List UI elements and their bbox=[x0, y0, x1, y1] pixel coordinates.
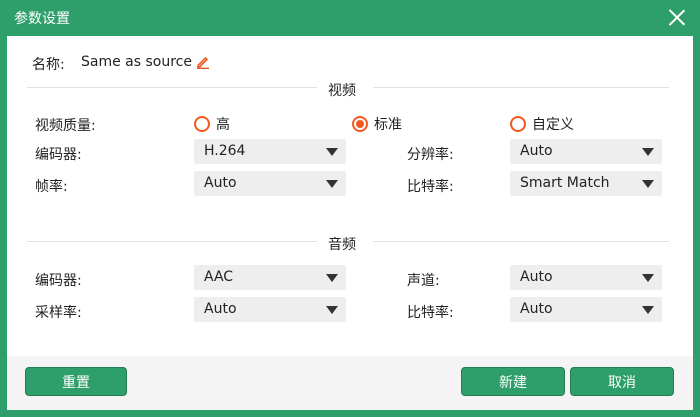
quality-radio-standard[interactable]: 标准 bbox=[352, 114, 402, 134]
quality-radio-high-label: 高 bbox=[216, 117, 230, 133]
audio-bitrate-label: 比特率: bbox=[407, 305, 454, 321]
chevron-down-icon bbox=[326, 274, 338, 282]
name-value: Same as source bbox=[81, 54, 192, 70]
name-label: 名称: bbox=[32, 57, 65, 73]
audio-encoder-value: AAC bbox=[204, 269, 234, 285]
quality-radio-custom[interactable]: 自定义 bbox=[510, 114, 574, 134]
radio-circle[interactable] bbox=[510, 116, 526, 132]
framerate-select[interactable]: Auto bbox=[194, 171, 346, 196]
dialog-content: 名称: Same as source 视频 视频质量: 高 标准 自定义 编码器… bbox=[7, 36, 693, 356]
dialog-title: 参数设置 bbox=[14, 11, 70, 27]
chevron-down-icon bbox=[642, 306, 654, 314]
samplerate-value: Auto bbox=[204, 301, 237, 317]
chevron-down-icon bbox=[642, 180, 654, 188]
radio-circle[interactable] bbox=[352, 116, 368, 132]
audio-bitrate-value: Auto bbox=[520, 301, 553, 317]
close-icon[interactable] bbox=[668, 8, 686, 26]
chevron-down-icon bbox=[642, 274, 654, 282]
audio-divider-left bbox=[27, 241, 317, 242]
quality-radio-high[interactable]: 高 bbox=[194, 114, 230, 134]
video-encoder-label: 编码器: bbox=[35, 147, 82, 163]
edit-icon[interactable] bbox=[196, 55, 210, 69]
audio-section-title: 音频 bbox=[328, 237, 356, 253]
framerate-value: Auto bbox=[204, 175, 237, 191]
video-encoder-value: H.264 bbox=[204, 143, 246, 159]
video-bitrate-select[interactable]: Smart Match bbox=[510, 171, 662, 196]
samplerate-select[interactable]: Auto bbox=[194, 297, 346, 322]
resolution-select[interactable]: Auto bbox=[510, 139, 662, 164]
video-encoder-select[interactable]: H.264 bbox=[194, 139, 346, 164]
dialog-footer: 重置 新建 取消 bbox=[7, 356, 693, 410]
chevron-down-icon bbox=[326, 306, 338, 314]
cancel-button[interactable]: 取消 bbox=[570, 367, 674, 396]
video-section-title: 视频 bbox=[328, 83, 356, 99]
title-bar: 参数设置 bbox=[0, 0, 700, 36]
video-divider-left bbox=[27, 87, 317, 88]
audio-encoder-label: 编码器: bbox=[35, 273, 82, 289]
chevron-down-icon bbox=[326, 148, 338, 156]
video-bitrate-value: Smart Match bbox=[520, 175, 610, 191]
framerate-label: 帧率: bbox=[35, 179, 68, 195]
quality-radio-standard-label: 标准 bbox=[374, 117, 402, 133]
video-quality-label: 视频质量: bbox=[35, 118, 96, 134]
chevron-down-icon bbox=[326, 180, 338, 188]
resolution-label: 分辨率: bbox=[407, 147, 454, 163]
chevron-down-icon bbox=[642, 148, 654, 156]
channel-label: 声道: bbox=[407, 273, 440, 289]
audio-encoder-select[interactable]: AAC bbox=[194, 265, 346, 290]
resolution-value: Auto bbox=[520, 143, 553, 159]
quality-radio-custom-label: 自定义 bbox=[532, 117, 574, 133]
reset-button[interactable]: 重置 bbox=[25, 367, 127, 396]
settings-dialog: 参数设置 名称: Same as source 视频 视频质量: 高 标准 自定… bbox=[0, 0, 700, 417]
samplerate-label: 采样率: bbox=[35, 305, 82, 321]
channel-value: Auto bbox=[520, 269, 553, 285]
new-button[interactable]: 新建 bbox=[461, 367, 565, 396]
video-bitrate-label: 比特率: bbox=[407, 179, 454, 195]
audio-divider-right bbox=[373, 241, 669, 242]
audio-bitrate-select[interactable]: Auto bbox=[510, 297, 662, 322]
channel-select[interactable]: Auto bbox=[510, 265, 662, 290]
video-divider-right bbox=[373, 87, 669, 88]
radio-circle[interactable] bbox=[194, 116, 210, 132]
